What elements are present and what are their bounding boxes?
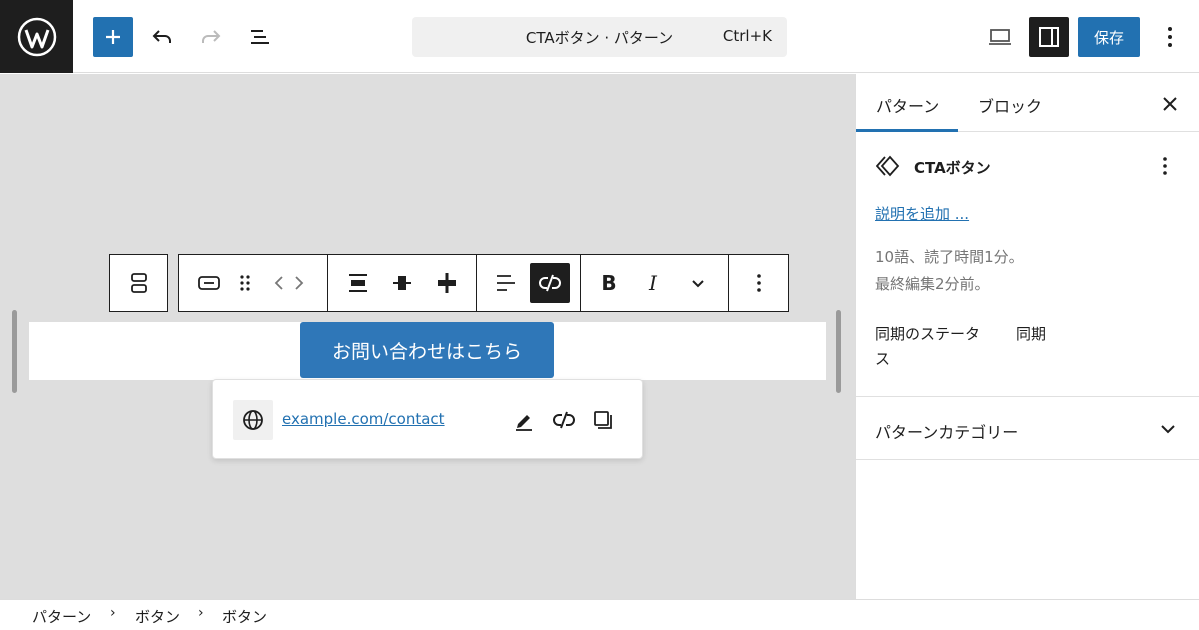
wordpress-logo-icon[interactable]: [0, 0, 73, 73]
document-overview-icon[interactable]: [240, 17, 280, 57]
unlink-icon[interactable]: [530, 263, 570, 303]
sync-status-label: 同期のステータ: [875, 325, 981, 343]
editor-header: CTAボタン · パターン Ctrl+K 保存: [0, 0, 1199, 73]
word-count-text: 10語、読了時間1分。: [875, 248, 1024, 266]
drag-handle-icon[interactable]: [229, 267, 261, 299]
desktop-preview-icon[interactable]: [980, 17, 1020, 57]
add-description-link[interactable]: 説明を追加 ...: [875, 203, 969, 224]
sidebar-tabs: パターン ブロック: [856, 74, 1199, 132]
redo-icon[interactable]: [191, 17, 231, 57]
editor-canvas: お問い合わせはこちら B I example.com/contact: [0, 74, 855, 599]
link-url[interactable]: example.com/contact: [282, 410, 445, 428]
last-edited-text: 最終編集2分前。: [875, 275, 990, 293]
bold-button[interactable]: B: [593, 267, 625, 299]
resize-handle-right[interactable]: [836, 310, 841, 393]
pattern-summary: CTAボタン: [876, 154, 1176, 178]
pattern-name: CTAボタン: [914, 159, 991, 177]
breadcrumb-item-buttons[interactable]: ボタン: [135, 606, 180, 627]
button-block-icon[interactable]: [193, 267, 225, 299]
options-kebab-icon[interactable]: [1150, 17, 1190, 57]
breadcrumb-item-pattern[interactable]: パターン: [32, 606, 91, 627]
tab-block[interactable]: ブロック: [978, 93, 1042, 117]
align-center-icon[interactable]: [386, 267, 418, 299]
justify-icon[interactable]: [490, 267, 522, 299]
align-top-icon[interactable]: [342, 267, 374, 299]
cta-button-block[interactable]: お問い合わせはこちら: [300, 322, 554, 378]
remove-link-icon[interactable]: [549, 405, 579, 435]
block-breadcrumb: パターン › ボタン › ボタン: [0, 599, 1199, 630]
move-left-right-icon[interactable]: [273, 267, 305, 299]
block-toolbar: B I: [178, 254, 789, 312]
settings-sidebar: パターン ブロック CTAボタン 説明を追加 ... 10語、読了時間1分。 最…: [855, 74, 1199, 599]
select-parent-block-icon[interactable]: [123, 267, 155, 299]
command-palette-title[interactable]: CTAボタン · パターン Ctrl+K: [412, 17, 787, 57]
active-tab-indicator: [856, 129, 958, 132]
italic-button[interactable]: I: [637, 267, 669, 299]
pattern-category-title: パターンカテゴリー: [875, 423, 1019, 442]
link-popover: example.com/contact: [212, 379, 643, 459]
block-options-kebab-icon[interactable]: [743, 267, 775, 299]
resize-handle-left[interactable]: [12, 310, 17, 393]
pattern-options-kebab-icon[interactable]: [1153, 154, 1177, 178]
chevron-down-icon[interactable]: [1158, 419, 1178, 439]
globe-icon: [233, 400, 273, 440]
breadcrumb-item-button[interactable]: ボタン: [222, 606, 267, 627]
settings-sidebar-toggle-icon[interactable]: [1029, 17, 1069, 57]
sync-status-label-cont: ス: [875, 350, 891, 368]
undo-icon[interactable]: [142, 17, 182, 57]
add-block-button[interactable]: [93, 17, 133, 57]
align-stretch-icon[interactable]: [431, 267, 463, 299]
pattern-category-panel[interactable]: パターンカテゴリー: [856, 397, 1199, 460]
edit-link-pencil-icon[interactable]: [509, 405, 539, 435]
select-parent-toolbar-group: [109, 254, 168, 312]
copy-link-icon[interactable]: [588, 405, 618, 435]
keyboard-shortcut: Ctrl+K: [722, 27, 772, 45]
close-icon[interactable]: [1158, 92, 1182, 116]
more-formatting-chevron-icon[interactable]: [682, 267, 714, 299]
tab-pattern[interactable]: パターン: [876, 93, 939, 117]
breadcrumb-separator: ›: [198, 605, 204, 621]
sync-status-value: 同期: [1016, 325, 1047, 343]
save-button[interactable]: 保存: [1078, 17, 1140, 57]
pattern-diamond-icon: [876, 154, 904, 178]
breadcrumb-separator: ›: [110, 605, 116, 621]
